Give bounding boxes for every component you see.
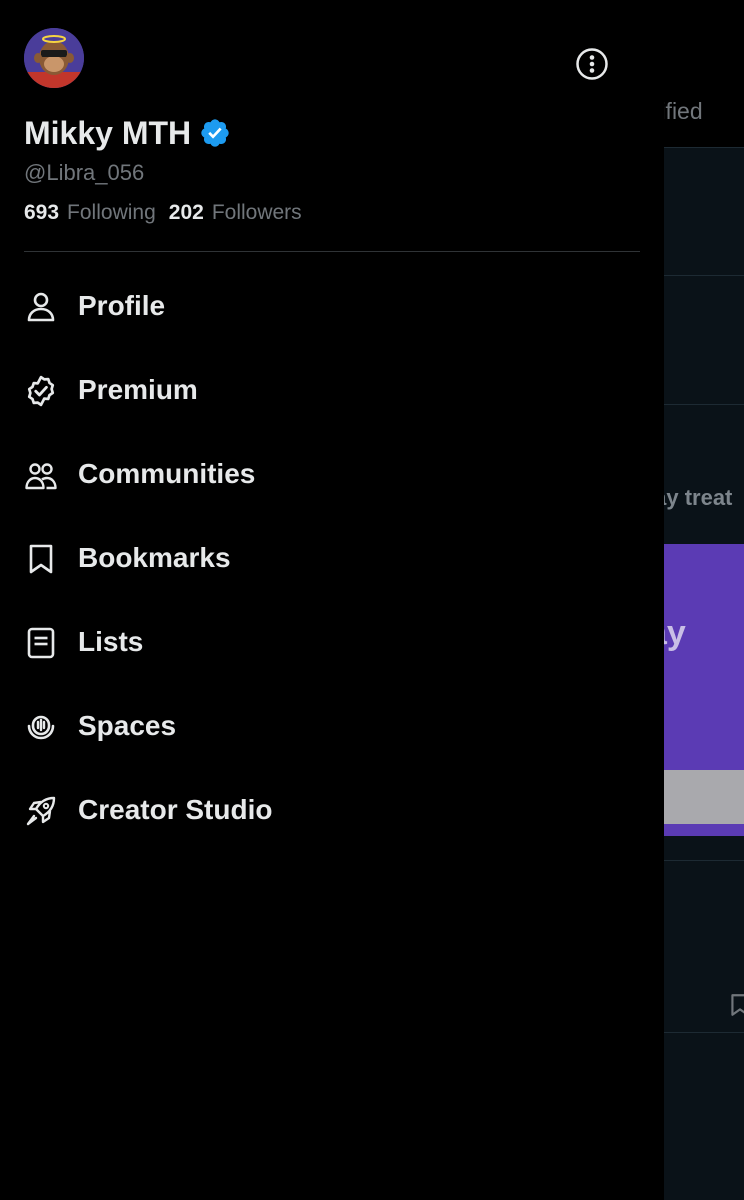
microphone-icon [27, 715, 55, 740]
display-name: Mikky MTH [24, 114, 192, 151]
following-link[interactable]: 693 Following [24, 198, 156, 228]
following-label: Following [67, 201, 156, 224]
follow-stats: 693 Following 202 Followers [24, 198, 302, 228]
menu-item-lists[interactable]: Lists [0, 600, 664, 684]
menu-item-communities[interactable]: Communities [0, 432, 664, 516]
bored-ape-avatar-image [24, 28, 84, 88]
menu-item-spaces[interactable]: Spaces [0, 684, 664, 768]
followers-label: Followers [211, 201, 302, 224]
menu-item-label: Bookmarks [78, 542, 231, 573]
avatar[interactable] [24, 28, 84, 88]
followers-count: 202 [168, 201, 204, 224]
bookmark-icon [29, 544, 53, 574]
menu-item-label: Profile [78, 290, 166, 321]
followers-link[interactable]: 202 Followers [169, 198, 302, 228]
menu-item-profile[interactable]: Profile [0, 264, 664, 348]
menu-item-label: Lists [78, 626, 144, 657]
people-icon [25, 463, 57, 490]
menu-item-label: Communities [78, 458, 256, 489]
screen: erified lay treat ay Mikky MTH @Libra_05… [0, 0, 744, 1200]
menu-item-label: Creator Studio [78, 794, 273, 825]
more-options-button[interactable] [574, 46, 610, 82]
menu-item-bookmarks[interactable]: Bookmarks [0, 516, 664, 600]
menu-item-creator-studio[interactable]: Creator Studio [0, 768, 664, 852]
menu-item-label: Spaces [78, 710, 177, 741]
following-count: 693 [24, 201, 60, 224]
verified-badge-icon [201, 119, 229, 147]
drawer-menu: Profile Premium Communities Bookmarks Li… [0, 264, 664, 852]
menu-item-premium[interactable]: Premium [0, 348, 664, 432]
verified-badge-icon [27, 375, 55, 407]
timeline-bookmark-icon [727, 992, 744, 1018]
menu-item-label: Premium [78, 374, 198, 405]
navigation-drawer: Mikky MTH @Libra_056 693 Following 202 F… [0, 0, 664, 1200]
list-icon [27, 627, 55, 659]
drawer-divider [24, 251, 640, 252]
rocket-icon [26, 796, 56, 826]
display-name-row[interactable]: Mikky MTH [24, 112, 231, 154]
person-icon [27, 292, 55, 322]
more-circle-icon [576, 48, 608, 80]
user-handle: @Libra_056 [24, 160, 145, 185]
